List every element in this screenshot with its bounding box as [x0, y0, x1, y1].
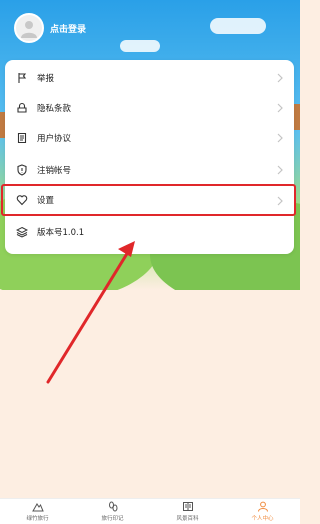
tab-label: 风景百科: [176, 516, 199, 522]
login-area[interactable]: 点击登录: [14, 12, 86, 44]
menu-item-agreement[interactable]: 用户协议: [5, 123, 294, 153]
cloud: [120, 40, 160, 52]
menu-item-settings[interactable]: 设置: [1, 184, 296, 216]
mountain-icon: [31, 501, 44, 512]
tab-label: 旅行印记: [101, 516, 124, 522]
tab-label: 个人中心: [251, 516, 274, 522]
footprint-icon: [107, 501, 119, 512]
avatar[interactable]: [14, 13, 44, 43]
chevron-right-icon: [277, 73, 283, 83]
shield-icon: [16, 164, 28, 176]
agreement-icon: [16, 132, 28, 144]
chevron-right-icon: [277, 196, 283, 206]
layers-icon: [16, 226, 28, 238]
report-icon: [16, 72, 28, 84]
tab-travel-marks[interactable]: 旅行印记: [75, 499, 150, 524]
chevron-right-icon: [277, 165, 283, 175]
menu-item-label: 隐私条款: [37, 104, 72, 114]
book-icon: [182, 501, 194, 512]
menu-item-label: 注销帐号: [37, 166, 72, 176]
heart-icon: [16, 194, 28, 206]
cloud: [210, 18, 266, 34]
person-icon: [257, 501, 269, 512]
bottom-tab-bar: 绿竹旅行 旅行印记 风景百科 个人中心: [0, 498, 300, 524]
chevron-right-icon: [277, 103, 283, 113]
tab-scenery-encyclopedia[interactable]: 风景百科: [150, 499, 225, 524]
tab-profile[interactable]: 个人中心: [225, 499, 300, 524]
menu-item-label: 举报: [37, 74, 55, 84]
login-label[interactable]: 点击登录: [50, 22, 86, 35]
version-label: 版本号1.0.1: [37, 228, 85, 238]
user-avatar-icon: [21, 21, 37, 38]
menu-card: 举报 隐私条款 用户协议 注销帐号 设置 版本号1.0.1: [1, 60, 296, 254]
menu-item-report[interactable]: 举报: [5, 63, 294, 93]
menu-item-label: 用户协议: [37, 134, 72, 144]
menu-item-privacy[interactable]: 隐私条款: [5, 93, 294, 123]
menu-item-delete-account[interactable]: 注销帐号: [5, 155, 294, 185]
menu-item-label: 设置: [37, 196, 55, 206]
tab-travel[interactable]: 绿竹旅行: [0, 499, 75, 524]
chevron-right-icon: [277, 133, 283, 143]
menu-item-version: 版本号1.0.1: [5, 217, 294, 247]
tab-label: 绿竹旅行: [26, 516, 49, 522]
privacy-icon: [16, 102, 28, 114]
